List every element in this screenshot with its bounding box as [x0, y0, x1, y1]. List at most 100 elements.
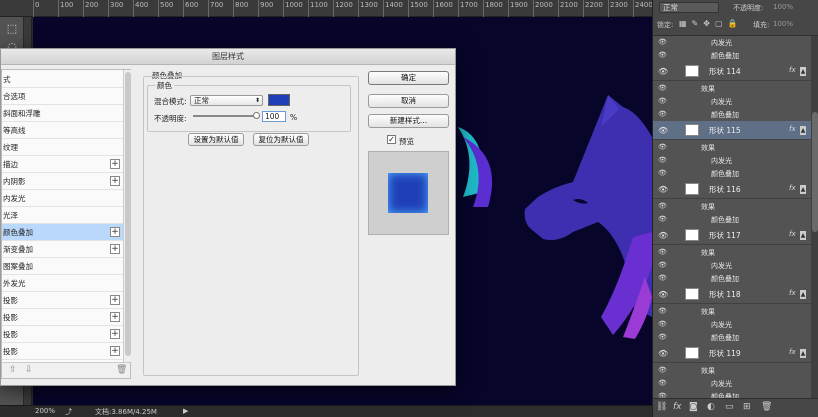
arrow-down-icon[interactable]: ⇩ [25, 365, 33, 375]
eye-icon[interactable]: 👁 [658, 84, 667, 92]
adjustment-icon[interactable]: ◐ [707, 402, 715, 412]
opacity-slider-knob[interactable] [253, 112, 260, 119]
new-style-button[interactable]: 新建样式... [368, 114, 449, 128]
eye-icon[interactable]: 👁 [658, 307, 667, 315]
add-style-icon[interactable]: + [110, 159, 120, 169]
layer-row[interactable]: 👁 形状 117 fx ▲ [653, 226, 811, 245]
fill-value[interactable]: 100% [773, 20, 793, 28]
eye-icon[interactable]: 👁 [658, 185, 668, 194]
effect-row[interactable]: 👁 颜色叠加 [653, 167, 811, 180]
link-icon[interactable]: ⛓ [656, 402, 667, 412]
opacity-input[interactable]: 100 [262, 111, 286, 122]
mask-icon[interactable]: ◙ [689, 402, 698, 412]
trash-icon[interactable]: 🗑 [116, 365, 127, 375]
fx-icon[interactable]: fx [789, 125, 796, 133]
style-item[interactable]: 图案叠加 [2, 258, 123, 275]
expand-arrow-icon[interactable]: ▲ [800, 349, 806, 358]
effect-row[interactable]: 👁 内发光 [653, 154, 811, 167]
eye-icon[interactable]: 👁 [658, 366, 667, 374]
folder-icon[interactable]: ▭ [725, 402, 734, 412]
fx-icon[interactable]: fx [789, 66, 796, 74]
effect-row[interactable]: 👁 效果 [653, 305, 811, 318]
expand-arrow-icon[interactable]: ▲ [800, 231, 806, 240]
effect-row[interactable]: 👁 效果 [653, 200, 811, 213]
eye-icon[interactable]: 👁 [658, 143, 667, 151]
layer-row[interactable]: 👁 形状 115 fx ▲ [653, 121, 811, 140]
eye-icon[interactable]: 👁 [658, 51, 667, 59]
eye-icon[interactable]: 👁 [658, 169, 667, 177]
opacity-slider[interactable] [193, 115, 257, 117]
expand-arrow-icon[interactable]: ▲ [800, 290, 806, 299]
layer-row[interactable]: 👁 形状 118 fx ▲ [653, 285, 811, 304]
panel-opacity-value[interactable]: 100% [773, 3, 793, 11]
add-style-icon[interactable]: + [110, 227, 120, 237]
layer-row[interactable]: 👁 形状 116 fx ▲ [653, 180, 811, 199]
eye-icon[interactable]: 👁 [658, 333, 667, 341]
expand-arrow-icon[interactable]: ▲ [800, 185, 806, 194]
eye-icon[interactable]: 👁 [658, 349, 668, 358]
eye-icon[interactable]: 👁 [658, 202, 667, 210]
zoom-level[interactable]: 200% [35, 407, 55, 415]
expand-arrow-icon[interactable]: ▲ [800, 126, 806, 135]
status-arrow-icon[interactable]: ▶ [183, 407, 188, 415]
style-item[interactable]: 投影 + [2, 326, 123, 343]
effect-row[interactable]: 👁 效果 [653, 364, 811, 377]
eye-icon[interactable]: 👁 [658, 231, 668, 240]
add-style-icon[interactable]: + [110, 346, 120, 356]
style-item[interactable]: 渐变叠加 + [2, 241, 123, 258]
effect-row[interactable]: 👁 颜色叠加 [653, 390, 811, 398]
ok-button[interactable]: 确定 [368, 71, 449, 85]
add-style-icon[interactable]: + [110, 329, 120, 339]
eye-icon[interactable]: 👁 [658, 290, 668, 299]
style-item[interactable]: 颜色叠加 + [2, 224, 123, 241]
effect-row[interactable]: 👁 内发光 [653, 318, 811, 331]
effect-row[interactable]: 👁 内发光 [653, 95, 811, 108]
new-layer-icon[interactable]: ⊞ [743, 402, 751, 412]
cancel-button[interactable]: 取消 [368, 94, 449, 108]
style-item[interactable]: 内发光 [2, 190, 123, 207]
fx-icon[interactable]: fx [789, 348, 796, 356]
style-item[interactable]: 纹理 [2, 139, 123, 156]
eye-icon[interactable]: 👁 [658, 67, 668, 76]
preview-checkbox[interactable]: ✓ [387, 135, 396, 144]
effect-row[interactable]: 👁 内发光 [653, 259, 811, 272]
eye-icon[interactable]: 👁 [658, 110, 667, 118]
style-item[interactable]: 投影 + [2, 309, 123, 326]
expand-arrow-icon[interactable]: ▲ [800, 67, 806, 76]
add-style-icon[interactable]: + [110, 312, 120, 322]
eye-icon[interactable]: 👁 [658, 261, 667, 269]
style-item[interactable]: 投影 + [2, 343, 123, 360]
style-item[interactable]: 描边 + [2, 156, 123, 173]
lock-icons[interactable]: ▦✎✥▢🔒 [679, 19, 742, 28]
eye-icon[interactable]: 👁 [658, 126, 668, 135]
fx-icon[interactable]: fx [673, 402, 682, 412]
eye-icon[interactable]: 👁 [658, 97, 667, 105]
eye-icon[interactable]: 👁 [658, 156, 667, 164]
eye-icon[interactable]: 👁 [658, 215, 667, 223]
effect-row[interactable]: 👁 颜色叠加 [653, 331, 811, 344]
effect-row[interactable]: 👁 效果 [653, 82, 811, 95]
fx-icon[interactable]: fx [789, 289, 796, 297]
style-item[interactable]: 等高线 [2, 122, 123, 139]
style-item[interactable]: 合选项 [2, 88, 123, 105]
reset-default-button[interactable]: 复位为默认值 [253, 133, 309, 146]
effect-row[interactable]: 👁 内发光 [653, 377, 811, 390]
effect-row[interactable]: 👁 内发光 [653, 36, 811, 49]
effect-row[interactable]: 👁 效果 [653, 141, 811, 154]
blend-mode-select[interactable]: 正常 ⬍ [190, 95, 263, 106]
effect-row[interactable]: 👁 颜色叠加 [653, 213, 811, 226]
style-item[interactable]: 外发光 [2, 275, 123, 292]
eye-icon[interactable]: 👁 [658, 274, 667, 282]
eye-icon[interactable]: 👁 [658, 248, 667, 256]
effect-row[interactable]: 👁 颜色叠加 [653, 49, 811, 62]
add-style-icon[interactable]: + [110, 176, 120, 186]
style-item[interactable]: 内阴影 + [2, 173, 123, 190]
fx-icon[interactable]: fx [789, 230, 796, 238]
add-style-icon[interactable]: + [110, 244, 120, 254]
arrow-up-icon[interactable]: ⇧ [9, 365, 17, 375]
style-item[interactable]: 斜面和浮雕 [2, 105, 123, 122]
eye-icon[interactable]: 👁 [658, 320, 667, 328]
trash-icon[interactable]: 🗑 [761, 402, 772, 412]
layers-scrollbar[interactable] [811, 36, 818, 398]
layer-row[interactable]: 👁 形状 119 fx ▲ [653, 344, 811, 363]
